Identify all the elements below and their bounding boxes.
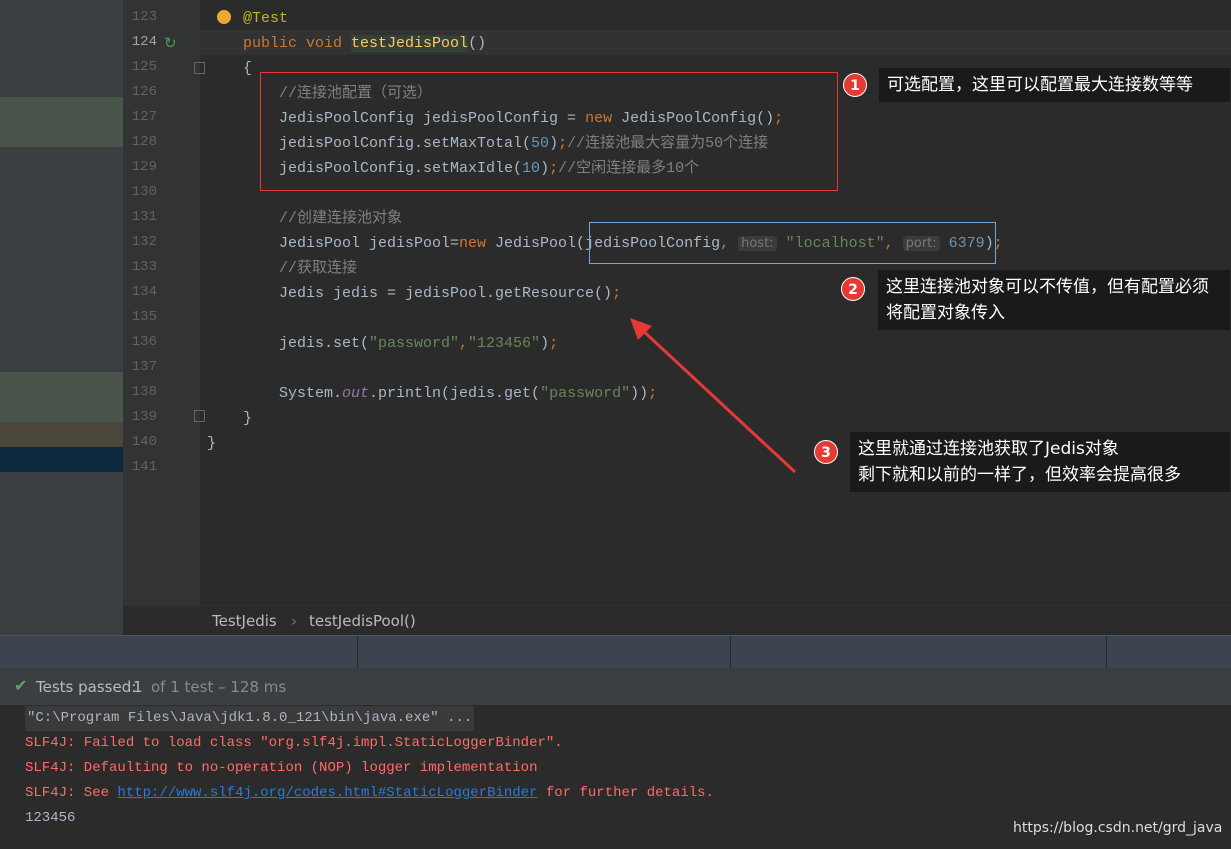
breadcrumb-method[interactable]: testJedisPool() (309, 612, 416, 630)
console-line: SLF4J: Failed to load class "org.slf4j.i… (25, 735, 563, 751)
watermark: https://blog.csdn.net/grd_java (1013, 820, 1223, 836)
slf4j-link[interactable]: http://www.slf4j.org/codes.html#StaticLo… (117, 785, 537, 801)
breadcrumb: TestJedis › testJedisPool() (123, 605, 1231, 635)
test-status-bar: ✔ Tests passed: 1 of 1 test – 128 ms (0, 668, 1231, 705)
tests-passed-label: Tests passed: (36, 678, 137, 696)
check-icon: ✔ (14, 676, 28, 695)
console-line: SLF4J: Defaulting to no-operation (NOP) … (25, 760, 538, 776)
console-line: SLF4J: See http://www.slf4j.org/codes.ht… (25, 785, 714, 801)
arrow-to-getresource (630, 318, 797, 474)
console-command: "C:\Program Files\Java\jdk1.8.0_121\bin\… (25, 706, 475, 731)
tests-count: 1 (133, 678, 143, 696)
tests-summary: of 1 test – 128 ms (151, 678, 287, 696)
console-output-value: 123456 (25, 810, 76, 826)
breadcrumb-class[interactable]: TestJedis (212, 612, 277, 630)
run-toolbar (0, 635, 1231, 669)
console-output[interactable]: "C:\Program Files\Java\jdk1.8.0_121\bin\… (0, 705, 1231, 849)
